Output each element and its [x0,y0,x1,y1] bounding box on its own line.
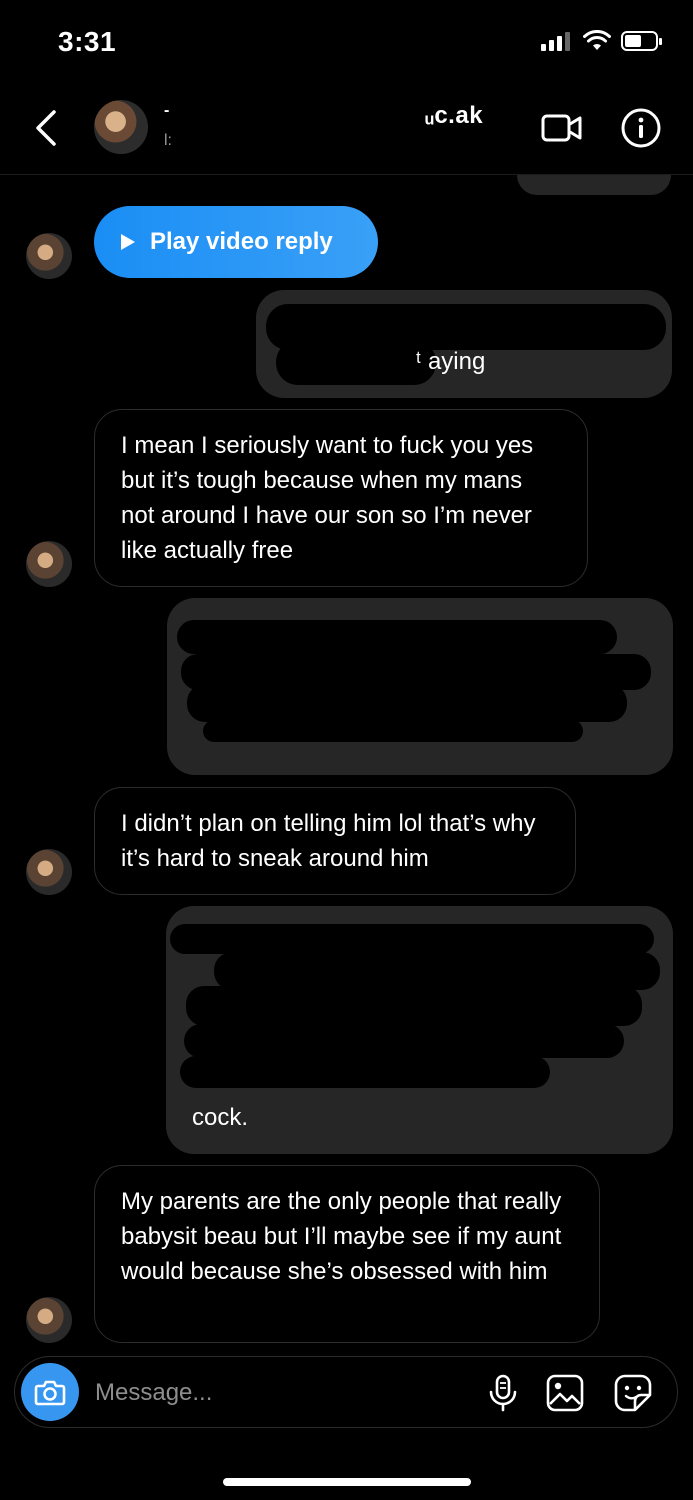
message-text: I mean I seriously want to fuck you yes … [121,432,534,564]
gallery-icon[interactable] [545,1373,585,1413]
avatar[interactable] [26,849,72,895]
contact-name-tail[interactable]: ᵤc.ak [425,102,483,130]
chat-header: - l: ᵤc.ak [0,88,693,175]
message-text: I didn’t plan on telling him lol that’s … [121,810,536,872]
play-icon [121,234,135,250]
outgoing-message[interactable]: ᵗ aying [256,290,672,398]
redaction [184,1024,624,1058]
contact-name-fragment[interactable]: - [164,102,169,120]
redaction [203,720,583,742]
avatar[interactable] [26,541,72,587]
incoming-message[interactable]: My parents are the only people that real… [94,1165,600,1343]
incoming-message[interactable]: I mean I seriously want to fuck you yes … [94,409,588,587]
message-composer [14,1356,678,1428]
video-camera-icon[interactable] [540,108,584,148]
status-bar: 3:31 [0,0,693,88]
redaction [187,684,627,722]
camera-icon [34,1380,66,1406]
redaction [180,1056,550,1088]
wifi-icon [583,30,611,50]
sticker-icon[interactable] [613,1373,653,1413]
info-circle-icon[interactable] [620,107,662,149]
signal-icon [541,32,570,51]
battery-icon [621,31,662,51]
microphone-icon[interactable] [483,1373,523,1413]
message-input[interactable] [93,1375,477,1411]
camera-button[interactable] [21,1363,79,1421]
outgoing-message[interactable] [517,175,671,195]
avatar[interactable] [26,233,72,279]
video-reply-label: Play video reply [150,228,333,255]
message-text-visible: ᵗ aying [416,348,486,375]
message-list[interactable]: Play video reply ᵗ aying I mean I seriou… [0,175,693,1355]
redaction [214,952,660,990]
play-video-reply-button[interactable]: Play video reply [94,206,378,278]
chevron-left-icon[interactable] [30,108,64,148]
status-icons [541,30,663,52]
outgoing-message[interactable] [167,598,673,775]
status-time: 3:31 [58,26,117,57]
home-indicator[interactable] [223,1478,471,1486]
contact-status-fragment: l: [164,132,172,149]
message-text: My parents are the only people that real… [121,1188,562,1285]
avatar[interactable] [94,100,148,154]
incoming-message[interactable]: I didn’t plan on telling him lol that’s … [94,787,576,895]
redaction [170,924,654,954]
redaction [276,340,436,385]
outgoing-message[interactable]: cock. [166,906,673,1154]
redaction [177,620,617,654]
avatar[interactable] [26,1297,72,1343]
redaction [186,986,642,1026]
message-text-visible: cock. [192,1104,249,1131]
